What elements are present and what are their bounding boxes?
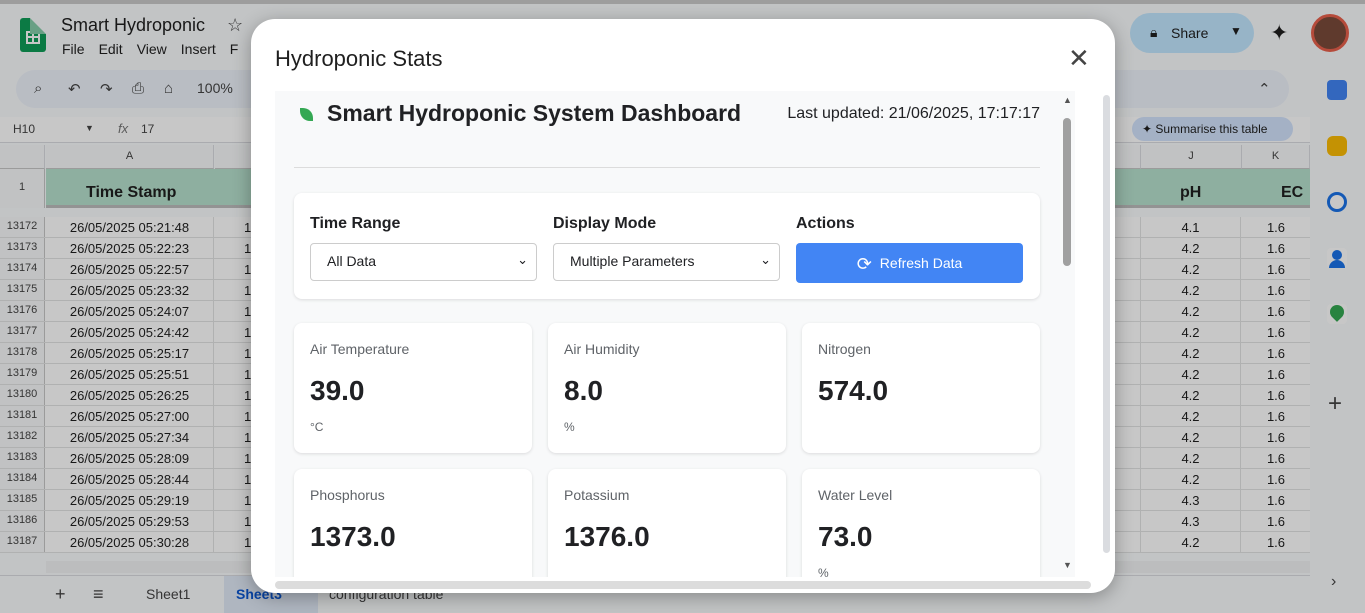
card-label: Air Temperature [310,341,410,357]
card-air-humidity: Air Humidity 8.0 % [548,323,786,453]
display-mode-select[interactable]: Multiple Parameters ⌄ [553,243,780,281]
time-range-select[interactable]: All Data ⌄ [310,243,537,281]
card-nitrogen: Nitrogen 574.0 [802,323,1040,453]
card-value: 73.0 [818,521,873,552]
card-label: Potassium [564,487,630,503]
card-unit: % [818,566,829,577]
card-value: 8.0 [564,375,603,406]
card-value: 574.0 [818,375,889,406]
dialog-horizontal-scrollbar[interactable] [275,581,1091,589]
scroll-down-icon[interactable]: ▼ [1063,560,1072,570]
refresh-icon: ⟳ [856,254,872,274]
chevron-down-icon: ⌄ [760,252,771,267]
content-scrollbar-thumb[interactable] [1063,118,1071,266]
refresh-data-button[interactable]: ⟳ Refresh Data [796,243,1023,283]
dashboard-content: Smart Hydroponic System Dashboard Last u… [275,91,1075,577]
card-unit: °C [310,420,324,434]
card-unit: % [564,420,575,434]
hydroponic-stats-dialog: Hydroponic Stats ✕ Smart Hydroponic Syst… [251,19,1115,593]
card-potassium: Potassium 1376.0 [548,469,786,577]
card-value: 1373.0 [310,521,396,552]
card-value: 1376.0 [564,521,650,552]
display-mode-label: Display Mode [553,215,657,232]
scroll-up-icon[interactable]: ▲ [1063,95,1072,105]
card-label: Water Level [818,487,893,503]
leaf-icon [300,108,313,121]
display-mode-value: Multiple Parameters [570,253,695,269]
card-label: Phosphorus [310,487,385,503]
controls-panel: Time Range All Data ⌄ Display Mode Multi… [294,193,1040,299]
close-icon[interactable]: ✕ [1068,45,1090,71]
card-water-level: Water Level 73.0 % [802,469,1040,577]
actions-label: Actions [796,215,855,232]
dialog-scrollbar[interactable] [1103,95,1110,553]
last-updated: Last updated: 21/06/2025, 17:17:17 [787,105,1040,122]
time-range-value: All Data [327,253,377,269]
dashboard-title: Smart Hydroponic System Dashboard [327,100,742,126]
card-phosphorus: Phosphorus 1373.0 [294,469,532,577]
dialog-title: Hydroponic Stats [275,46,443,71]
card-air-temperature: Air Temperature 39.0 °C [294,323,532,453]
refresh-label: Refresh Data [879,255,963,271]
time-range-label: Time Range [310,215,401,232]
chevron-down-icon: ⌄ [517,252,528,267]
card-label: Nitrogen [818,341,871,357]
sheets-app: Smart Hydroponic ☆ File Edit View Insert… [0,0,1365,613]
divider [294,167,1040,168]
card-value: 39.0 [310,375,365,406]
card-label: Air Humidity [564,341,640,357]
